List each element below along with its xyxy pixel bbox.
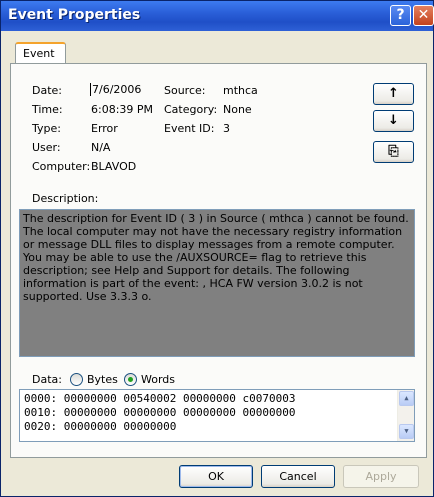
- description-label: Description:: [32, 192, 99, 205]
- next-event-button[interactable]: ↓: [373, 110, 414, 132]
- arrow-down-icon: ↓: [388, 113, 399, 128]
- user-label: User:: [32, 141, 61, 154]
- data-textbox[interactable]: 0000: 00000000 00540002 00000000 c007000…: [19, 389, 415, 442]
- cancel-button[interactable]: Cancel: [261, 465, 335, 488]
- data-line: 0000: 00000000 00540002 00000000 c007000…: [24, 392, 296, 405]
- arrow-up-icon: ↑: [388, 86, 399, 101]
- copy-button[interactable]: ⎘: [373, 141, 414, 163]
- words-radio-label[interactable]: Words: [141, 373, 175, 386]
- question-mark-icon: ?: [396, 7, 405, 23]
- type-label: Type:: [32, 122, 61, 135]
- window-title: Event Properties: [8, 7, 141, 23]
- copy-icon: ⎘: [388, 144, 399, 159]
- tab-event[interactable]: Event: [15, 42, 66, 64]
- computer-value: BLAVOD: [91, 160, 137, 173]
- computer-label: Computer:: [32, 160, 91, 173]
- previous-event-button[interactable]: ↑: [373, 83, 414, 105]
- close-button[interactable]: ✕: [413, 5, 434, 26]
- date-label: Date:: [32, 84, 62, 97]
- close-icon: ✕: [417, 7, 430, 23]
- data-line: 0020: 00000000 00000000: [24, 420, 177, 433]
- scroll-down-icon[interactable]: ▼: [399, 424, 414, 439]
- apply-button[interactable]: Apply: [343, 465, 419, 488]
- category-value: None: [223, 103, 252, 116]
- data-scrollbar[interactable]: ▲ ▼: [397, 390, 414, 441]
- date-value[interactable]: 7/6/2006: [90, 83, 142, 96]
- event-id-value: 3: [223, 122, 230, 135]
- title-bar[interactable]: Event Properties ? ✕: [1, 1, 434, 31]
- type-value: Error: [91, 122, 118, 135]
- help-button[interactable]: ?: [390, 5, 411, 26]
- event-id-label: Event ID:: [164, 122, 215, 135]
- bytes-radio[interactable]: [70, 373, 83, 386]
- ok-button[interactable]: OK: [179, 465, 253, 488]
- scroll-up-icon[interactable]: ▲: [399, 391, 414, 406]
- data-line: 0010: 00000000 00000000 00000000 0000000…: [24, 406, 296, 419]
- time-value: 6:08:39 PM: [91, 103, 154, 116]
- description-textbox[interactable]: The description for Event ID ( 3 ) in So…: [19, 209, 415, 357]
- user-value: N/A: [91, 141, 111, 154]
- tab-event-label: Event: [23, 47, 55, 60]
- time-label: Time:: [32, 103, 63, 116]
- source-label: Source:: [164, 84, 206, 97]
- bytes-radio-label[interactable]: Bytes: [87, 373, 118, 386]
- words-radio[interactable]: [124, 373, 137, 386]
- data-label: Data:: [32, 373, 62, 386]
- event-properties-window: Event Properties ? ✕ Event Date: 7/6/200…: [0, 0, 434, 497]
- source-value: mthca: [223, 84, 258, 97]
- category-label: Category:: [164, 103, 218, 116]
